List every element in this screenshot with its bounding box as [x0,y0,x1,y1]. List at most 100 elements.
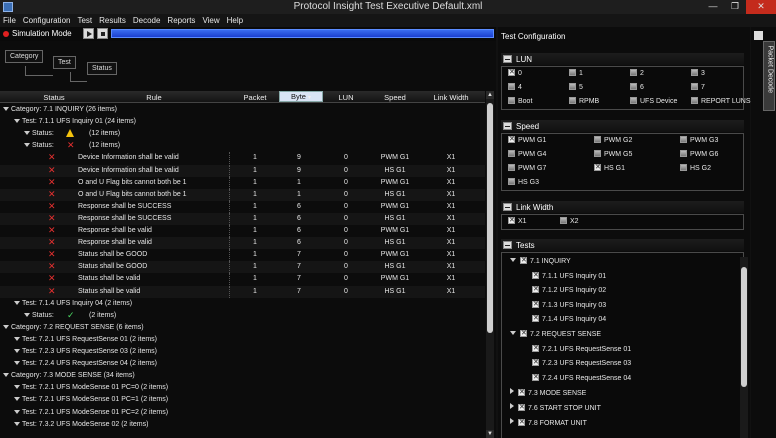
table-row[interactable]: ✕ Status shall be GOOD 1 7 0 HS G1 X1 [0,261,485,274]
link-width-section-header[interactable]: Link Width [501,201,744,213]
table-row[interactable]: Test: 7.2.1 UFS RequestSense 01 (2 items… [0,334,485,346]
collapse-icon[interactable] [503,203,512,211]
checkbox[interactable] [691,97,698,104]
scroll-down-arrow-icon[interactable]: ▼ [486,430,494,438]
table-row[interactable]: Category: 7.2 REQUEST SENSE (6 items) [0,322,485,334]
group-chip-test[interactable]: Test [53,56,76,69]
checkbox[interactable] [532,271,539,279]
expand-arrow-icon[interactable] [24,312,30,317]
checkbox[interactable] [594,163,601,171]
table-row[interactable]: Test: 7.1.1 UFS Inquiry 01 (24 items) [0,116,485,128]
checkbox[interactable] [691,69,698,76]
expand-arrow-icon[interactable] [14,409,20,414]
table-row[interactable]: ✕ Device Information shall be valid 1 9 0 PWM… [0,152,485,165]
table-row[interactable]: Test: 7.2.1 UFS ModeSense 01 PC=1 (2 ite… [0,394,485,406]
table-row[interactable]: ✕ Device Information shall be valid 1 9 0 HS … [0,164,485,177]
tree-item[interactable]: 7.2.3 UFS RequestSense 03 [532,358,631,367]
column-lun[interactable]: LUN [334,93,358,102]
table-row[interactable]: Status: ✓ (2 items) [0,310,485,322]
expand-arrow-icon[interactable] [14,119,20,124]
table-row[interactable]: Test: 7.2.1 UFS ModeSense 01 PC=0 (2 ite… [0,382,485,394]
lun-option[interactable]: 4 [508,83,522,91]
column-rule[interactable]: Rule [142,93,166,102]
group-chip-status[interactable]: Status [87,62,117,75]
collapse-icon[interactable] [503,55,512,63]
sort-dropdown-icon[interactable]: ▾ [308,95,311,101]
checkbox[interactable] [518,388,525,397]
menu-test[interactable]: Test [74,14,96,27]
lun-option[interactable]: 3 [691,69,705,77]
expand-arrow-icon[interactable] [14,421,20,426]
tree-item[interactable]: 7.2.4 UFS RequestSense 04 [532,373,631,382]
menu-file[interactable]: File [0,14,20,27]
table-row[interactable]: Test: 7.3.2 UFS ModeSense 02 (2 items) [0,419,485,431]
column-status[interactable]: Status [38,93,70,102]
checkbox[interactable] [691,83,698,90]
table-row[interactable]: ✕ Status shall be valid 1 7 0 HS G1 X1 [0,285,485,298]
lun-option[interactable]: 1 [569,69,583,77]
speed-option[interactable]: PWM G4 [508,150,546,158]
checkbox[interactable] [518,418,525,426]
speed-option[interactable]: HS G1 [594,163,625,172]
checkbox[interactable] [569,97,576,104]
results-scrollbar[interactable]: ▲ ▼ [486,91,494,438]
checkbox[interactable] [532,344,539,352]
column-speed[interactable]: Speed [380,93,410,102]
lun-option[interactable]: 7 [691,83,705,91]
lun-section-header[interactable]: LUN [501,53,744,65]
collapsed-arrow-icon[interactable] [510,403,514,409]
lun-option[interactable]: REPORT LUNS [691,97,751,105]
expand-arrow-icon[interactable] [14,349,20,353]
checkbox[interactable] [532,373,539,381]
tree-item[interactable]: 7.6 START STOP UNIT [510,403,601,412]
menu-view[interactable]: View [199,14,223,27]
collapsed-arrow-icon[interactable] [510,388,514,395]
link-width-option[interactable]: X2 [560,217,579,225]
lun-option[interactable]: 5 [569,83,583,91]
table-row[interactable]: ✕ Response shall be SUCCESS 1 6 0 PWM G1 X1 [0,200,485,213]
table-row[interactable]: Category: 7.3 MODE SENSE (34 items) [0,370,485,382]
checkbox[interactable] [520,329,527,337]
checkbox[interactable] [508,178,515,185]
lun-option[interactable]: UFS Device [630,97,677,105]
tree-item[interactable]: 7.3 MODE SENSE [510,388,586,397]
checkbox[interactable] [569,69,576,76]
checkbox[interactable] [532,300,539,308]
checkbox[interactable] [594,136,601,143]
speed-option[interactable]: PWM G7 [508,164,546,172]
checkbox[interactable] [630,69,637,76]
speed-option[interactable]: HS G3 [508,178,539,186]
menu-reports[interactable]: Reports [164,14,199,27]
collapse-icon[interactable] [503,122,512,130]
expand-arrow-icon[interactable] [14,397,20,402]
tree-item[interactable]: 7.2 REQUEST SENSE [510,329,601,338]
checkbox[interactable] [532,314,539,323]
collapse-icon[interactable] [503,241,512,249]
table-row[interactable]: ✕ Status shall be GOOD 1 7 0 PWM G1 X1 [0,249,485,262]
expand-arrow-icon[interactable] [14,385,20,390]
checkbox[interactable] [508,164,515,171]
checkbox[interactable] [569,83,576,90]
checkbox[interactable] [680,164,687,171]
column-link-width[interactable]: Link Width [431,93,471,102]
expanded-arrow-icon[interactable] [510,331,516,335]
tree-item[interactable]: 7.1.2 UFS Inquiry 02 [532,285,606,294]
checkbox[interactable] [518,403,525,411]
expand-arrow-icon[interactable] [14,336,20,341]
table-row[interactable]: Status: (12 items) [0,128,485,140]
lun-option[interactable]: 2 [630,69,644,77]
expand-arrow-icon[interactable] [3,373,9,378]
tree-item[interactable]: 7.1 INQUIRY [510,256,571,265]
play-button[interactable] [83,28,94,39]
group-chip-category[interactable]: Category [5,50,44,63]
table-row[interactable]: Test: 7.2.3 UFS RequestSense 03 (2 items… [0,346,485,358]
tree-item[interactable]: 7.1.4 UFS Inquiry 04 [532,314,606,323]
table-row[interactable]: ✕ O and U Flag bits cannot both be 1 1 1 0 PW… [0,176,485,189]
link-width-option[interactable]: X1 [508,216,527,225]
checkbox[interactable] [508,135,515,143]
menu-help[interactable]: Help [224,14,247,27]
table-row[interactable]: ✕ Response shall be valid 1 6 0 HS G1 X1 [0,237,485,250]
lun-option[interactable]: RPMB [569,97,599,105]
minimize-button[interactable]: — [702,0,724,14]
checkbox[interactable] [508,150,515,157]
